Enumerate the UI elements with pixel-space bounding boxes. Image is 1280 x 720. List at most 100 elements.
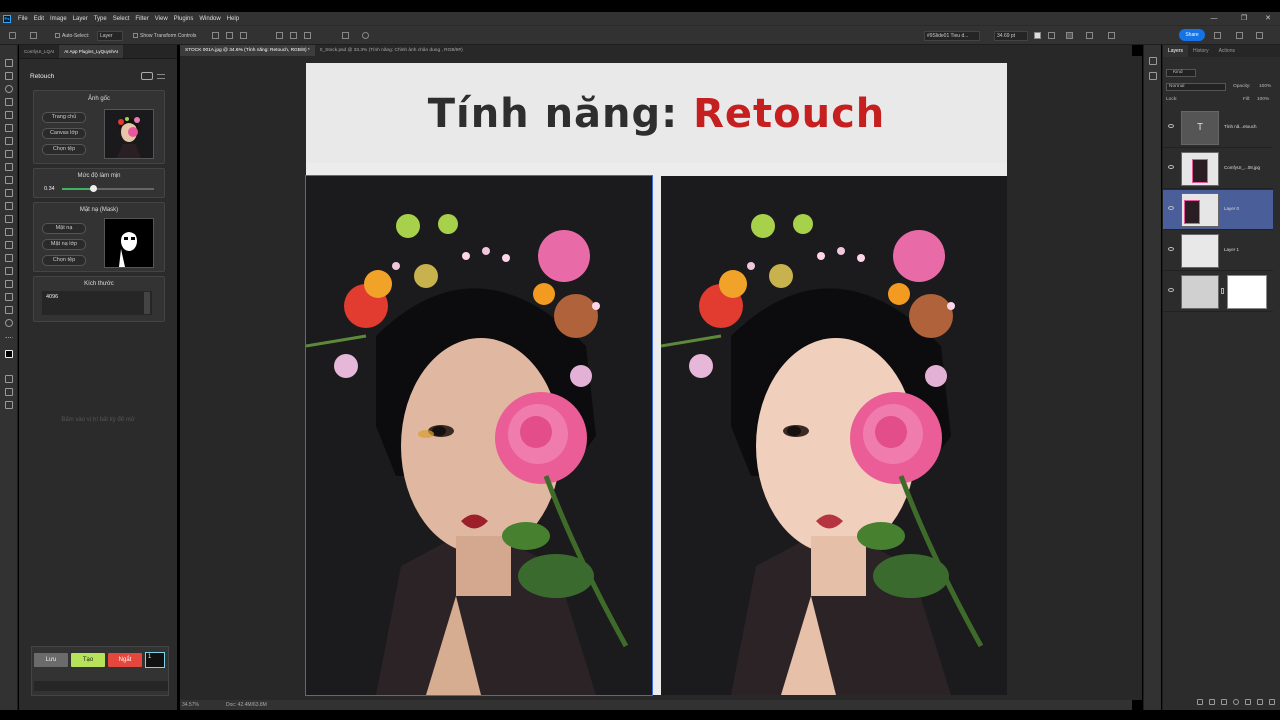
- brush-tool-icon[interactable]: [5, 163, 13, 171]
- layer-mask-thumbnail[interactable]: [1227, 275, 1267, 309]
- menu-edit[interactable]: Edit: [31, 16, 47, 22]
- batch-count-input[interactable]: 1: [145, 652, 165, 668]
- link-icon[interactable]: [1221, 288, 1224, 294]
- menu-file[interactable]: File: [15, 16, 31, 22]
- align-left-icon[interactable]: [212, 32, 219, 39]
- tab-actions[interactable]: Actions: [1214, 45, 1240, 57]
- layer-comps-icon[interactable]: [5, 401, 13, 409]
- before-portrait-photo[interactable]: [305, 175, 653, 696]
- layer-name[interactable]: Layer 0: [1224, 206, 1239, 211]
- paragraph-panel-icon[interactable]: [1149, 72, 1157, 80]
- tab-ai-app-plugins[interactable]: AI App Plugins_LyQuynhAI: [59, 45, 124, 58]
- layer-mask-button[interactable]: Mặt nạ lớp: [42, 239, 86, 250]
- mask-button[interactable]: Mặt nạ: [42, 223, 86, 234]
- canvas-layer-button[interactable]: Canvas lớp: [42, 128, 86, 139]
- visibility-eye-icon[interactable]: [1168, 206, 1174, 210]
- move-tool-icon[interactable]: [5, 59, 13, 67]
- pen-tool-icon[interactable]: [5, 254, 13, 262]
- quick-mask-icon[interactable]: [5, 375, 13, 383]
- opacity-value[interactable]: 100%: [1259, 82, 1271, 92]
- marquee-tool-icon[interactable]: [5, 72, 13, 80]
- zoom-tool-icon[interactable]: [5, 319, 13, 327]
- adjustment-layer-icon[interactable]: [1233, 699, 1239, 705]
- home-icon[interactable]: [9, 32, 16, 39]
- align-top-icon[interactable]: [276, 32, 283, 39]
- document-title[interactable]: Tính năng: Retouch: [306, 91, 1007, 137]
- shape-tool-icon[interactable]: [5, 293, 13, 301]
- smoothing-slider-track[interactable]: [62, 188, 154, 190]
- text-align-center-icon[interactable]: [1066, 32, 1073, 39]
- visibility-eye-icon[interactable]: [1168, 124, 1174, 128]
- more-tools-icon[interactable]: [5, 337, 13, 339]
- layer-row-background[interactable]: [1163, 272, 1273, 312]
- gradient-tool-icon[interactable]: [5, 215, 13, 223]
- layer-row-title-text[interactable]: T Tính nă...etouch: [1163, 108, 1273, 148]
- layer-name[interactable]: ComfyUI_...08.jpg: [1224, 165, 1260, 170]
- object-select-tool-icon[interactable]: [5, 98, 13, 106]
- show-transform-checkbox[interactable]: [133, 33, 138, 38]
- align-center-icon[interactable]: [226, 32, 233, 39]
- type-tool-icon[interactable]: [5, 267, 13, 275]
- document-canvas[interactable]: Tính năng: Retouch: [305, 63, 1007, 696]
- tab-stock-psd[interactable]: 0_Stock.psd @ 33.3% (Tính năng: Chỉnh ản…: [315, 45, 468, 56]
- visibility-eye-icon[interactable]: [1168, 247, 1174, 251]
- home-button[interactable]: Trang chủ: [42, 112, 86, 123]
- tab-layers[interactable]: Layers: [1163, 45, 1189, 57]
- eyedropper-tool-icon[interactable]: [5, 137, 13, 145]
- new-layer-icon[interactable]: [1257, 699, 1263, 705]
- eraser-tool-icon[interactable]: [5, 202, 13, 210]
- tab-comfyui[interactable]: ComfyUI_LQAI: [19, 45, 59, 58]
- dodge-tool-icon[interactable]: [5, 241, 13, 249]
- after-portrait-photo[interactable]: [661, 176, 1007, 695]
- tab-history[interactable]: History: [1188, 45, 1214, 57]
- screen-mode-icon[interactable]: [5, 388, 13, 396]
- layer-row-layer-1[interactable]: Layer 1: [1163, 231, 1273, 271]
- menu-view[interactable]: View: [152, 16, 171, 22]
- blend-mode-dropdown[interactable]: Normal: [1166, 83, 1226, 91]
- size-stepper[interactable]: [144, 292, 150, 314]
- menu-help[interactable]: Help: [224, 16, 242, 22]
- add-mask-icon[interactable]: [1221, 699, 1227, 705]
- lasso-tool-icon[interactable]: [5, 85, 13, 93]
- maximize-button[interactable]: ❐: [1234, 12, 1254, 25]
- fill-value[interactable]: 100%: [1257, 95, 1269, 105]
- close-window-button[interactable]: ✕: [1258, 12, 1278, 25]
- kind-filter-dropdown[interactable]: Kind: [1166, 69, 1196, 77]
- settings-gear-icon[interactable]: [362, 32, 369, 39]
- minimize-button[interactable]: —: [1204, 12, 1224, 25]
- move-tool-icon[interactable]: [30, 32, 37, 39]
- canvas-area[interactable]: Tính năng: Retouch: [180, 56, 1132, 700]
- text-align-right-icon[interactable]: [1086, 32, 1093, 39]
- smoothing-slider-handle[interactable]: [89, 185, 97, 192]
- visibility-eye-icon[interactable]: [1168, 288, 1174, 292]
- create-button[interactable]: Tạo: [71, 653, 105, 667]
- align-bottom-icon[interactable]: [304, 32, 311, 39]
- link-layers-icon[interactable]: [1197, 699, 1203, 705]
- auto-select-checkbox[interactable]: [55, 33, 60, 38]
- text-align-left-icon[interactable]: [1048, 32, 1055, 39]
- visibility-eye-icon[interactable]: [1168, 165, 1174, 169]
- crop-tool-icon[interactable]: [5, 111, 13, 119]
- new-group-icon[interactable]: [1245, 699, 1251, 705]
- align-middle-icon[interactable]: [290, 32, 297, 39]
- choose-file-button[interactable]: Chọn tệp: [42, 144, 86, 155]
- hand-tool-icon[interactable]: [5, 306, 13, 314]
- feedback-icon[interactable]: [1214, 32, 1221, 39]
- blur-tool-icon[interactable]: [5, 228, 13, 236]
- menu-image[interactable]: Image: [47, 16, 70, 22]
- layer-row-layer-0[interactable]: Layer 0: [1163, 190, 1273, 230]
- menu-icon[interactable]: [157, 74, 165, 79]
- save-button[interactable]: Lưu: [34, 653, 68, 667]
- mask-choose-file-button[interactable]: Chọn tệp: [42, 255, 86, 266]
- align-right-icon[interactable]: [240, 32, 247, 39]
- zoom-level[interactable]: 34.57%: [182, 700, 199, 710]
- history-brush-tool-icon[interactable]: [5, 189, 13, 197]
- path-select-tool-icon[interactable]: [5, 280, 13, 288]
- menu-window[interactable]: Window: [196, 16, 223, 22]
- tab-stock-001a[interactable]: STOCK 001A.jpg @ 34.6% (Tính năng: Retou…: [180, 45, 315, 56]
- warp-text-icon[interactable]: [1108, 32, 1115, 39]
- layer-name[interactable]: Layer 1: [1224, 247, 1239, 252]
- share-button[interactable]: Share: [1179, 29, 1205, 41]
- frame-tool-icon[interactable]: [5, 124, 13, 132]
- vertical-scrollbar[interactable]: [1132, 56, 1142, 700]
